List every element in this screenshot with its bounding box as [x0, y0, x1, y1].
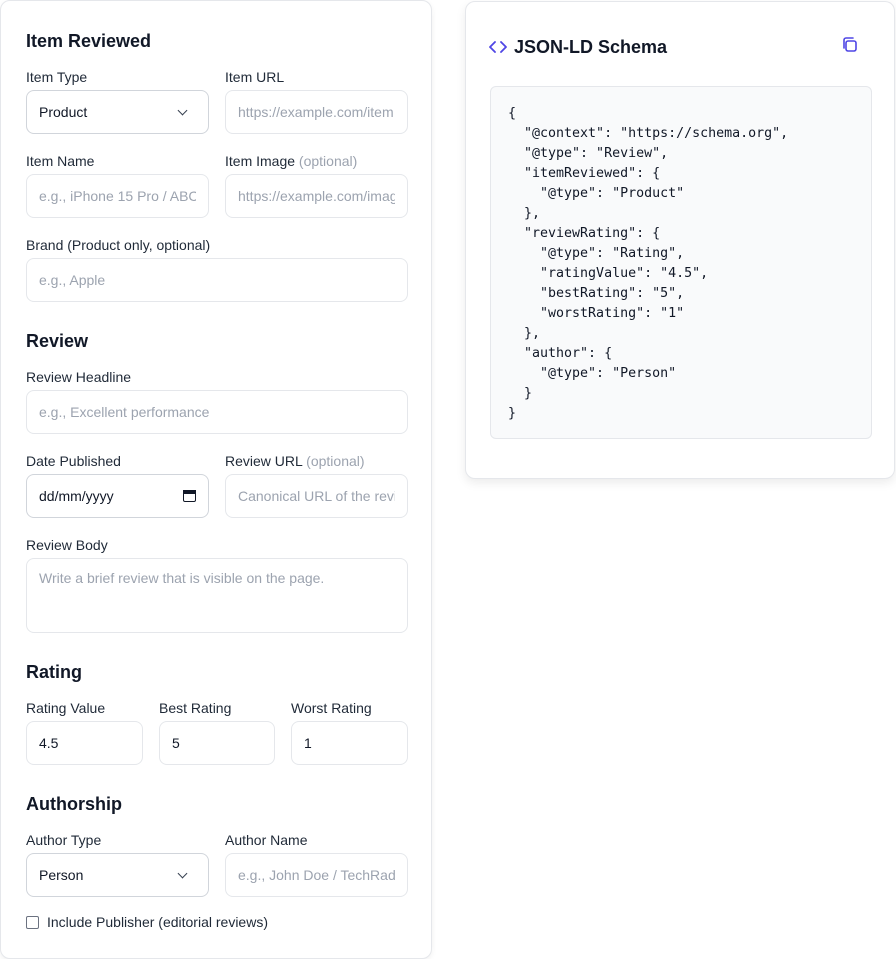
item-type-select[interactable]: Product	[26, 90, 209, 134]
item-image-input[interactable]	[225, 174, 408, 218]
section-title-item-reviewed: Item Reviewed	[26, 31, 152, 51]
code-icon	[489, 41, 507, 53]
section-title-authorship: Authorship	[26, 794, 122, 814]
brand-label: Brand (Product only, optional)	[26, 237, 211, 253]
review-url-input[interactable]	[225, 474, 408, 518]
date-published-label: Date Published	[26, 453, 121, 469]
author-type-label: Author Type	[26, 832, 102, 848]
calendar-icon[interactable]	[183, 490, 196, 502]
review-body-label: Review Body	[26, 537, 108, 553]
optional-hint: (optional)	[298, 153, 358, 169]
author-name-label: Author Name	[225, 832, 308, 848]
json-ld-code-block: { "@context": "https://schema.org", "@ty…	[490, 86, 872, 439]
review-url-label: Review URL (optional)	[225, 452, 365, 470]
item-type-value: Product	[39, 104, 88, 120]
item-image-label-text: Item Image	[225, 153, 296, 169]
author-type-value: Person	[39, 867, 84, 883]
chevron-down-icon	[177, 105, 188, 115]
copy-icon[interactable]	[840, 35, 860, 55]
schema-card: JSON-LD Schema { "@context": "https://sc…	[465, 1, 895, 479]
form-card: Item Reviewed Item Type Product Item URL…	[0, 0, 432, 959]
best-rating-input[interactable]	[159, 721, 275, 765]
rating-value-label: Rating Value	[26, 700, 106, 716]
brand-input[interactable]	[26, 258, 408, 302]
item-name-input[interactable]	[26, 174, 209, 218]
schema-title: JSON-LD Schema	[514, 37, 668, 57]
include-publisher-checkbox[interactable]	[26, 916, 39, 929]
item-name-label: Item Name	[26, 153, 95, 169]
author-name-input[interactable]	[225, 853, 408, 897]
review-body-textarea[interactable]	[26, 558, 408, 633]
rating-value-input[interactable]	[26, 721, 143, 765]
include-publisher-label[interactable]: Include Publisher (editorial reviews)	[47, 914, 268, 930]
date-value: dd/mm/yyyy	[39, 488, 114, 504]
review-headline-input[interactable]	[26, 390, 408, 434]
chevron-down-icon	[177, 868, 188, 878]
best-rating-label: Best Rating	[159, 700, 232, 716]
section-title-review: Review	[26, 331, 89, 351]
json-ld-code: { "@context": "https://schema.org", "@ty…	[508, 106, 789, 421]
author-type-select[interactable]: Person	[26, 853, 209, 897]
section-title-rating: Rating	[26, 662, 82, 682]
item-type-label: Item Type	[26, 69, 88, 85]
worst-rating-input[interactable]	[291, 721, 408, 765]
item-image-label: Item Image (optional)	[225, 152, 357, 170]
item-url-input[interactable]	[225, 90, 408, 134]
date-published-input[interactable]: dd/mm/yyyy	[26, 474, 209, 518]
review-url-label-text: Review URL	[225, 453, 303, 469]
optional-hint: (optional)	[306, 453, 365, 469]
item-url-label: Item URL	[225, 69, 285, 85]
worst-rating-label: Worst Rating	[291, 700, 372, 716]
review-headline-label: Review Headline	[26, 369, 132, 385]
